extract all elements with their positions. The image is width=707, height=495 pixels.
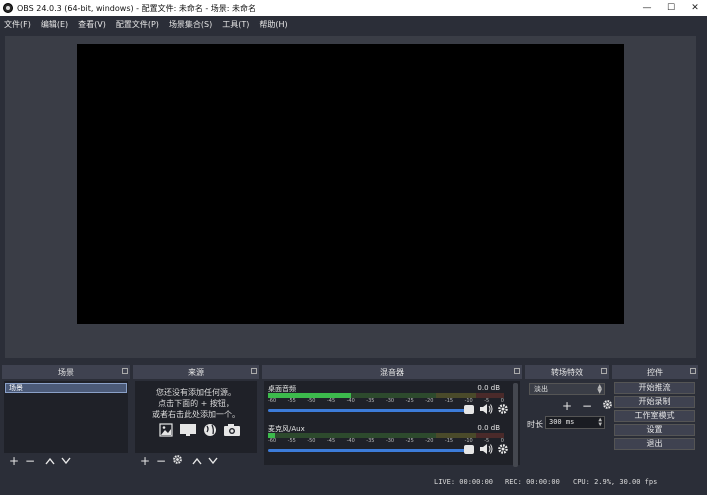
gear-icon[interactable] (497, 403, 509, 415)
duration-spinbox[interactable]: 300 ms ▲ ▼ (545, 416, 605, 429)
menu-tools[interactable]: 工具(T) (222, 19, 249, 30)
channel-name: 麦克风/Aux (268, 425, 305, 433)
move-scene-up-icon[interactable] (42, 454, 58, 468)
volume-slider-handle[interactable] (464, 405, 474, 414)
scenes-undock-icon[interactable] (122, 368, 128, 374)
preview-area (5, 36, 696, 358)
transitions-body: 淡出 ▲ ▼ + − 时长 300 ms ▲ ▼ (525, 381, 612, 469)
close-button[interactable]: ✕ (683, 0, 707, 16)
controls-undock-icon[interactable] (690, 368, 696, 374)
channel-db: 0.0 dB (477, 384, 500, 392)
window-titlebar: OBS 24.0.3 (64-bit, windows) - 配置文件: 未命名… (0, 0, 707, 16)
sources-dock-title: 来源 (188, 367, 204, 377)
mixer-dock-title: 混音器 (380, 367, 404, 377)
sources-dock: 来源 您还没有添加任何源。 点击下面的 + 按钮， 或者右击此处添加一个。 + … (133, 365, 259, 469)
controls-dock: 控件 开始推流 开始录制 工作室模式 设置 退出 (612, 365, 698, 469)
menu-scene-collection[interactable]: 场景集合(S) (169, 19, 212, 30)
camera-icon (223, 423, 241, 437)
source-type-icons (157, 423, 241, 437)
add-transition-icon[interactable]: + (559, 399, 575, 413)
add-scene-icon[interactable]: + (6, 454, 22, 468)
controls-dock-title: 控件 (647, 367, 663, 377)
obs-logo-icon (3, 3, 13, 13)
mixer-channel-mic: 麦克风/Aux 0.0 dB -60 -55 -50 -45 -40 -35 -30 -25-… (268, 424, 508, 458)
speaker-icon[interactable] (479, 403, 493, 415)
gear-icon[interactable] (497, 443, 509, 455)
move-scene-down-icon[interactable] (58, 454, 74, 468)
remove-scene-icon[interactable]: − (22, 454, 38, 468)
scenes-dock-title: 场景 (58, 367, 74, 377)
scenes-list[interactable]: 场景 (4, 381, 128, 453)
move-source-down-icon[interactable] (205, 454, 221, 468)
transitions-dock-header: 转场特效 (525, 365, 609, 379)
image-icon (157, 423, 175, 437)
scene-list-item[interactable]: 场景 (5, 383, 127, 393)
maximize-button[interactable]: ☐ (659, 0, 683, 16)
start-streaming-button[interactable]: 开始推流 (614, 382, 695, 394)
live-status: LIVE: 00:00:00 (434, 478, 494, 486)
studio-mode-button[interactable]: 工作室模式 (614, 410, 695, 422)
scenes-dock-header: 场景 (2, 365, 130, 379)
transition-select[interactable]: 淡出 ▲ ▼ (529, 383, 605, 395)
monitor-icon (179, 423, 197, 437)
speaker-icon[interactable] (479, 443, 493, 455)
sources-empty-message: 您还没有添加任何源。 点击下面的 + 按钮， 或者右击此处添加一个。 (152, 388, 240, 419)
status-bar: LIVE: 00:00:00 REC: 00:00:00 CPU: 2.9%, … (0, 472, 707, 495)
mixer-body: 桌面音频 0.0 dB -60 -55 -50 -45 -40 -35 -30 -25 -20-… (264, 381, 520, 467)
controls-dock-header: 控件 (612, 365, 698, 379)
start-recording-button[interactable]: 开始录制 (614, 396, 695, 408)
menu-profile[interactable]: 配置文件(P) (116, 19, 159, 30)
menu-view[interactable]: 查看(V) (78, 19, 106, 30)
menu-edit[interactable]: 编辑(E) (41, 19, 68, 30)
transitions-dock: 转场特效 淡出 ▲ ▼ + − 时长 300 ms ▲ ▼ (525, 365, 612, 469)
remove-source-icon[interactable]: − (153, 454, 169, 468)
mixer-undock-icon[interactable] (514, 368, 520, 374)
source-properties-gear-icon[interactable] (169, 454, 185, 468)
mixer-dock: 混音器 桌面音频 0.0 dB -60 -55 -50 -45 -40 -35 -30 -25… (262, 365, 522, 469)
mixer-channel-desktop: 桌面音频 0.0 dB -60 -55 -50 -45 -40 -35 -30 -25 -20-… (268, 384, 508, 418)
minimize-button[interactable]: — (635, 0, 659, 16)
transitions-dock-title: 转场特效 (551, 367, 583, 377)
add-source-icon[interactable]: + (137, 454, 153, 468)
globe-icon (201, 423, 219, 437)
volume-slider[interactable] (268, 449, 468, 452)
scenes-toolbar: + − (6, 454, 74, 468)
settings-button[interactable]: 设置 (614, 424, 695, 436)
mixer-scrollbar[interactable] (513, 383, 518, 467)
menu-help[interactable]: 帮助(H) (259, 19, 287, 30)
menu-file[interactable]: 文件(F) (4, 19, 31, 30)
volume-slider-handle[interactable] (464, 445, 474, 454)
menu-bar: 文件(F) 编辑(E) 查看(V) 配置文件(P) 场景集合(S) 工具(T) … (0, 16, 707, 32)
sources-undock-icon[interactable] (251, 368, 257, 374)
rec-status: REC: 00:00:00 (505, 478, 560, 486)
volume-slider[interactable] (268, 409, 468, 412)
move-source-up-icon[interactable] (189, 454, 205, 468)
scenes-dock: 场景 场景 + − (2, 365, 130, 469)
window-title: OBS 24.0.3 (64-bit, windows) - 配置文件: 未命名… (17, 3, 257, 13)
spin-arrows-icon[interactable]: ▲ ▼ (598, 417, 602, 428)
transitions-undock-icon[interactable] (601, 368, 607, 374)
channel-db: 0.0 dB (477, 424, 500, 432)
transition-toolbar: + − (559, 399, 615, 413)
mixer-dock-header: 混音器 (262, 365, 522, 379)
preview-canvas[interactable] (77, 44, 624, 324)
cpu-status: CPU: 2.9%, 30.00 fps (573, 478, 658, 486)
channel-name: 桌面音频 (268, 385, 296, 393)
sources-dock-header: 来源 (133, 365, 259, 379)
remove-transition-icon[interactable]: − (579, 399, 595, 413)
sources-toolbar: + − (137, 454, 221, 468)
sources-list[interactable]: 您还没有添加任何源。 点击下面的 + 按钮， 或者右击此处添加一个。 (135, 381, 257, 453)
select-arrows-icon: ▲ ▼ (597, 383, 602, 395)
exit-button[interactable]: 退出 (614, 438, 695, 450)
duration-label: 时长 (527, 420, 543, 429)
